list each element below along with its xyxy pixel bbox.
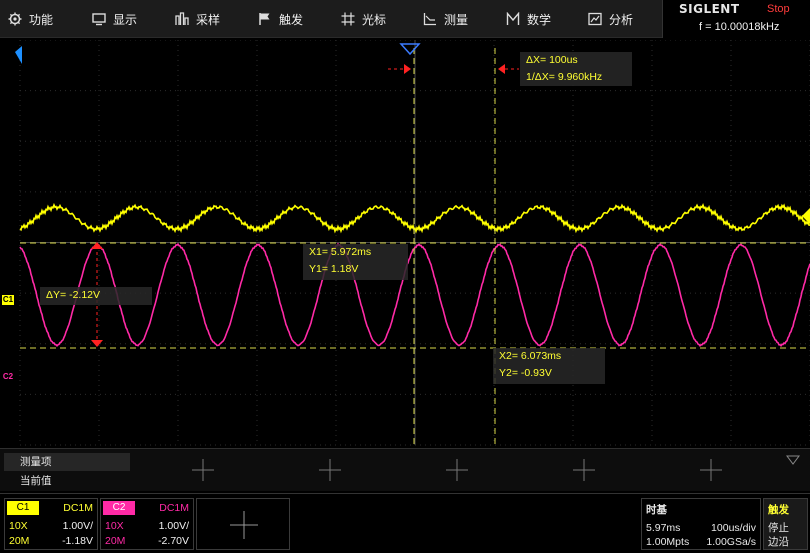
channel-2-name: C2 <box>103 501 135 515</box>
delta-x-value: ΔX= 100us <box>526 54 578 66</box>
channel-2-offset: -2.70V <box>158 535 189 547</box>
x2-value: X2= 6.073ms <box>499 350 562 362</box>
menu-display-label: 显示 <box>113 12 138 27</box>
run-state-indicator[interactable]: Stop <box>767 3 790 15</box>
menu-display-button[interactable]: 显示 <box>92 0 137 38</box>
menu-function-label: 功能 <box>29 12 54 27</box>
trigger-flag-icon <box>258 12 272 26</box>
menu-analysis-button[interactable]: 分析 <box>588 0 633 38</box>
menu-measure-label: 测量 <box>444 12 469 27</box>
collapse-strip-icon[interactable] <box>786 455 800 465</box>
measurement-strip: 测量项 当前值 <box>0 448 810 491</box>
add-channel-button[interactable] <box>196 498 290 550</box>
delta-y-readout: ΔY= -2.12V <box>40 287 152 305</box>
channel-1-coupling: DC1M <box>63 502 93 514</box>
menu-trigger-label: 触发 <box>279 12 304 27</box>
delta-y-value: ΔY= -2.12V <box>46 289 101 301</box>
channel-1-scale: 1.00V/ <box>62 520 93 532</box>
delta-y-bottom-arrow <box>91 340 103 347</box>
analysis-icon <box>588 12 602 26</box>
add-measurement-slot-1-icon[interactable] <box>192 459 214 481</box>
x1-value: X1= 5.972ms <box>309 246 372 258</box>
y1-value: Y1= 1.18V <box>309 263 359 275</box>
measure-icon <box>423 12 437 26</box>
x1-y1-readout: X1= 5.972ms Y1= 1.18V <box>303 244 408 280</box>
menu-acquire-button[interactable]: 采样 <box>175 0 220 38</box>
menu-math-button[interactable]: 数学 <box>506 0 551 38</box>
frequency-readout: f = 10.00018kHz <box>699 21 780 33</box>
sample-rate: 1.00GSa/s <box>706 536 756 548</box>
channel-2-offset-marker[interactable]: C2 <box>2 372 14 382</box>
channel-2-probe: 10X <box>105 520 124 532</box>
gear-icon <box>8 12 22 26</box>
cursor-icon <box>341 12 355 26</box>
menu-trigger-button[interactable]: 触发 <box>258 0 303 38</box>
delta-x-right-arrowhead <box>498 64 505 74</box>
trigger-type: 边沿 <box>768 536 789 548</box>
menu-math-label: 数学 <box>527 12 552 27</box>
channel-1-offset: -1.18V <box>62 535 93 547</box>
trigger-title: 触发 <box>768 504 789 516</box>
add-measurement-slot-2-icon[interactable] <box>319 459 341 481</box>
trigger-panel[interactable]: 触发 停止 边沿 <box>763 498 808 550</box>
menu-analysis-label: 分析 <box>609 12 634 27</box>
brand-status-panel: SIGLENT Stop f = 10.00018kHz <box>662 0 810 38</box>
delta-x-left-arrowhead <box>404 64 411 74</box>
display-icon <box>92 12 106 26</box>
timebase-delay: 5.97ms <box>646 522 681 534</box>
delta-x-readout: ΔX= 100us 1/ΔX= 9.960kHz <box>520 52 632 86</box>
channel-2-scale: 1.00V/ <box>158 520 189 532</box>
acquire-icon <box>175 12 189 26</box>
channel-1-panel[interactable]: C1 DC1M 10X 1.00V/ 20M -1.18V <box>4 498 98 550</box>
trigger-state: 停止 <box>768 522 789 534</box>
timebase-panel[interactable]: 时基 5.97ms 100us/div 1.00Mpts 1.00GSa/s <box>641 498 761 550</box>
x2-y2-readout: X2= 6.073ms Y2= -0.93V <box>493 348 605 384</box>
menu-cursor-button[interactable]: 光标 <box>341 0 386 38</box>
channel-1-offset-marker[interactable]: C1 <box>2 295 14 305</box>
menu-measure-button[interactable]: 测量 <box>423 0 468 38</box>
menu-bar: 功能 显示 采样 触发 光标 测量 数学 分析 <box>0 0 662 38</box>
channel-1-probe: 10X <box>9 520 28 532</box>
measurement-current-value-label: 当前值 <box>20 475 52 487</box>
y2-value: Y2= -0.93V <box>499 367 552 379</box>
math-icon <box>506 12 520 26</box>
inverse-delta-x-value: 1/ΔX= 9.960kHz <box>526 71 603 83</box>
timebase-scale: 100us/div <box>711 522 756 534</box>
add-measurement-slot-3-icon[interactable] <box>446 459 468 481</box>
add-measurement-slot-5-icon[interactable] <box>700 459 722 481</box>
add-channel-plus-icon <box>230 511 258 539</box>
add-measurement-slot-4-icon[interactable] <box>573 459 595 481</box>
timebase-title: 时基 <box>646 504 667 516</box>
memory-position-marker <box>15 46 22 64</box>
menu-cursor-label: 光标 <box>362 12 387 27</box>
channel-1-name: C1 <box>7 501 39 515</box>
menu-function-button[interactable]: 功能 <box>8 0 53 38</box>
channel-1-bandwidth: 20M <box>9 535 30 547</box>
memory-depth: 1.00Mpts <box>646 536 690 548</box>
channel-2-panel[interactable]: C2 DC1M 10X 1.00V/ 20M -2.70V <box>100 498 194 550</box>
measurement-title[interactable]: 测量项 <box>4 453 130 471</box>
brand-logo: SIGLENT <box>679 2 740 16</box>
status-bar: C1 DC1M 10X 1.00V/ 20M -1.18V C2 DC1M 10… <box>0 493 810 553</box>
waveform-display[interactable]: ΔX= 100us 1/ΔX= 9.960kHz X1= 5.972ms Y1=… <box>0 40 810 448</box>
menu-acquire-label: 采样 <box>196 12 221 27</box>
channel-2-coupling: DC1M <box>159 502 189 514</box>
channel-2-bandwidth: 20M <box>105 535 126 547</box>
trigger-position-marker <box>399 43 421 56</box>
